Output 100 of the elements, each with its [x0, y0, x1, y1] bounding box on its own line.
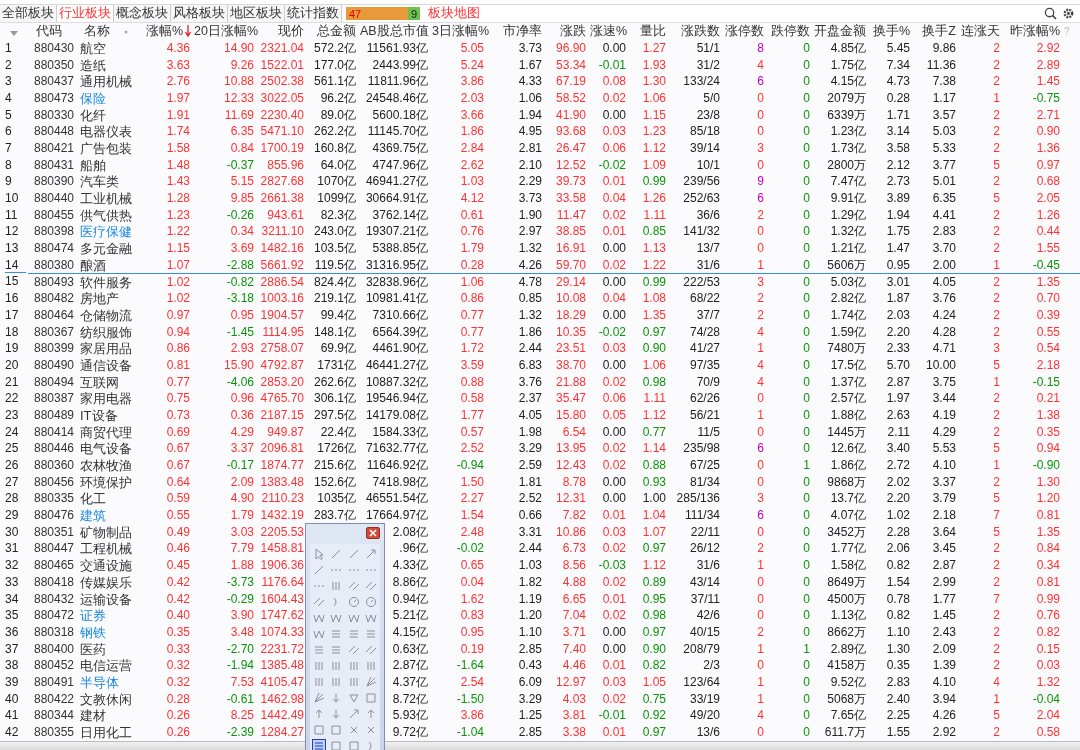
column-header[interactable]: 涨跌 [544, 23, 588, 40]
zigzag-icon[interactable] [312, 628, 325, 640]
table-cell: 医药 [80, 641, 106, 657]
caret-icon[interactable] [10, 30, 18, 36]
column-header[interactable]: 换手Z [912, 23, 958, 40]
vertical-bars-icon[interactable] [330, 660, 343, 672]
tab[interactable]: 概念板块 [114, 5, 171, 22]
horizontal-lines-icon[interactable] [312, 740, 325, 750]
close-button[interactable] [366, 527, 380, 539]
vertical-bars-icon[interactable] [365, 660, 378, 672]
vertical-bars-icon[interactable] [347, 676, 360, 688]
table-cell: 4.05 [518, 407, 542, 422]
column-header[interactable]: 量比 [628, 23, 668, 40]
column-header[interactable]: 换手% [868, 23, 912, 40]
tab[interactable]: 统计指数 [285, 5, 342, 22]
column-header[interactable]: 开盘金额 [812, 23, 868, 40]
table-cell: 239/56 [683, 174, 720, 189]
table-cell: 3452万 [827, 524, 866, 539]
gear-icon[interactable] [1062, 7, 1075, 20]
table-cell: 0 [803, 224, 810, 239]
row-number: 41 [5, 708, 20, 724]
column-header[interactable]: 涨速% [588, 23, 628, 40]
tab[interactable]: 全部板块 [0, 5, 57, 22]
table-cell: 1383.48 [260, 474, 304, 489]
vertical-bars-icon[interactable] [330, 580, 343, 592]
zigzag-icon[interactable] [312, 612, 325, 624]
parallel-lines-icon[interactable] [347, 580, 360, 592]
table-cell: 0.00 [602, 641, 626, 656]
table-cell: 2.57亿 [830, 391, 866, 406]
column-header[interactable]: 涨停数 [722, 23, 766, 40]
table-cell: 2.87 [886, 374, 910, 389]
table-cell: 0.90 [1036, 124, 1060, 139]
table-cell: 3.76 [518, 374, 542, 389]
table-cell: 2.33 [886, 341, 910, 356]
table-cell: 2 [757, 541, 764, 556]
table-cell: 5388.85亿 [372, 241, 428, 256]
parallel-lines-icon[interactable] [365, 644, 378, 656]
table-cell: 1.58亿 [830, 558, 866, 573]
cursor-icon[interactable] [312, 548, 325, 560]
table-cell: 297.5亿 [313, 407, 356, 422]
table-cell: 4.24 [932, 307, 956, 322]
table-cell: 0.81 [1036, 574, 1060, 589]
parallel-lines-icon[interactable] [365, 580, 378, 592]
table-cell: 4.10 [932, 674, 956, 689]
table-cell: 1.06 [642, 357, 666, 372]
column-header[interactable]: 总金额 [306, 23, 358, 40]
parallel-lines-icon[interactable] [312, 596, 325, 608]
square-icon[interactable] [330, 724, 343, 736]
column-header[interactable]: 20日涨幅% [192, 23, 256, 40]
table-cell: 1099亿 [317, 191, 356, 206]
table-cell: 9.72亿 [392, 725, 428, 740]
line-icon[interactable] [347, 548, 360, 560]
column-header[interactable]: 连涨天 [958, 23, 1002, 40]
sector-map-link[interactable]: 板块地图 [428, 5, 480, 22]
vertical-bars-icon[interactable] [312, 676, 325, 688]
tab[interactable]: 地区板块 [228, 5, 285, 22]
search-icon[interactable] [1044, 7, 1057, 20]
zigzag-icon[interactable] [347, 612, 360, 624]
line-icon[interactable] [312, 564, 325, 576]
column-header[interactable]: 名称 [78, 23, 140, 40]
triangle-icon[interactable] [347, 692, 360, 704]
column-header[interactable]: 涨跌数 [668, 23, 722, 40]
table-cell: 2 [993, 40, 1000, 55]
column-header[interactable]: 代码 [28, 23, 78, 40]
arrow-icon[interactable] [365, 548, 378, 560]
table-cell: 5 [993, 491, 1000, 506]
fan-lines-icon[interactable] [312, 692, 325, 704]
table-cell: 0 [757, 608, 764, 623]
table-cell: 3.59 [460, 357, 484, 372]
square-icon[interactable] [365, 692, 378, 704]
table-cell: 0 [803, 191, 810, 206]
table-cell: 880430 [34, 40, 75, 55]
vertical-bars-icon[interactable] [347, 660, 360, 672]
table-cell: 1.72 [460, 341, 484, 356]
table-cell: 4.28 [932, 324, 956, 339]
table-cell: 262.2亿 [313, 124, 356, 139]
table-cell: 7310.66亿 [372, 307, 428, 322]
arrow-icon[interactable] [347, 708, 360, 720]
column-header[interactable]: 昨涨幅% [1002, 23, 1062, 40]
table-cell: 572.2亿 [313, 40, 356, 55]
table-cell: 0.97 [642, 324, 666, 339]
table-cell: 0.77 [460, 324, 484, 339]
tab[interactable]: 风格板块 [171, 5, 228, 22]
zigzag-icon[interactable] [365, 612, 378, 624]
column-header[interactable]: AB股总市值 [358, 23, 430, 40]
tab[interactable]: 行业板块 [57, 5, 114, 22]
fan-lines-icon[interactable] [365, 676, 378, 688]
vertical-bars-icon[interactable] [312, 660, 325, 672]
line-icon[interactable] [330, 548, 343, 560]
column-header[interactable]: 跌停数 [766, 23, 812, 40]
table-cell: 0.01 [602, 174, 626, 189]
table-cell: 37/11 [690, 591, 720, 606]
vertical-bars-icon[interactable] [330, 676, 343, 688]
table-cell: 2.25 [886, 708, 910, 723]
sort-arrow-icon[interactable] [185, 25, 191, 37]
zigzag-icon[interactable] [330, 612, 343, 624]
parallel-lines-icon[interactable] [347, 644, 360, 656]
table-cell: 1.77亿 [830, 541, 866, 556]
column-header[interactable]: 涨幅% [140, 23, 192, 40]
table-cell: 12.97 [555, 674, 586, 689]
